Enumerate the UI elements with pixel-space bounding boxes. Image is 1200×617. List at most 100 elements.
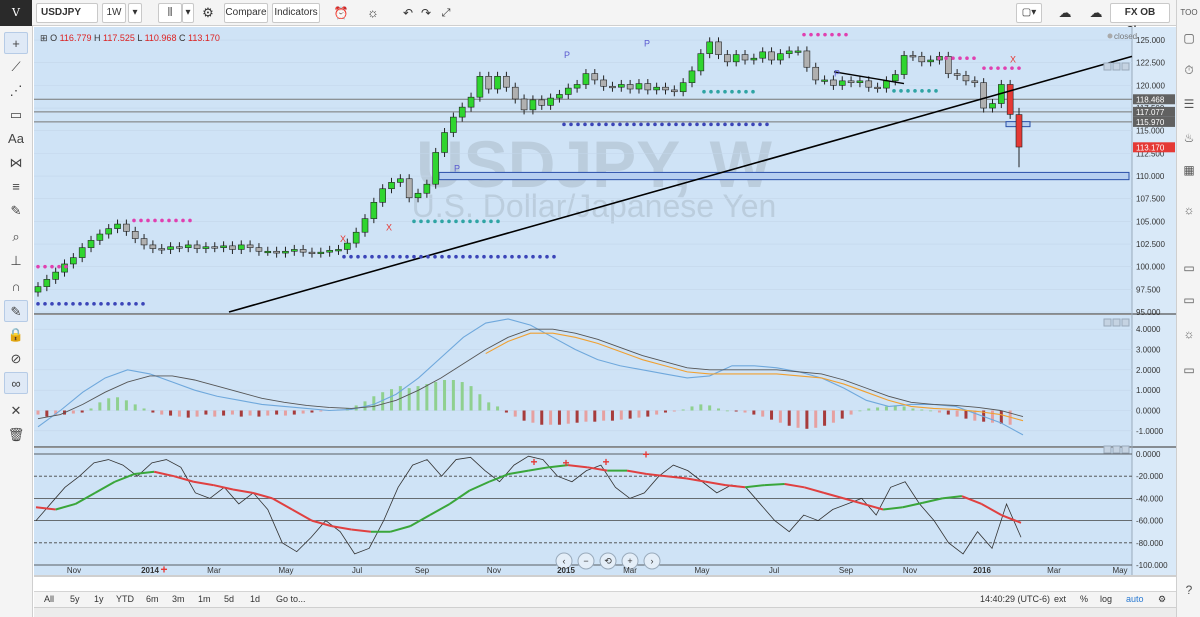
candle-body[interactable] (149, 244, 157, 249)
cloud-save-icon[interactable]: ☁ (1084, 3, 1108, 23)
candle-body[interactable] (803, 50, 811, 68)
candle-body[interactable] (405, 178, 413, 199)
candle-body[interactable] (927, 59, 934, 63)
candle-body[interactable] (476, 76, 484, 98)
compare-button[interactable]: Compare (224, 3, 268, 23)
candle-body[interactable] (176, 246, 183, 249)
candle-body[interactable] (838, 80, 846, 86)
candle-body[interactable] (158, 248, 166, 251)
candle-body[interactable] (768, 51, 775, 61)
pane-control-icon[interactable] (1112, 318, 1121, 327)
candle-body[interactable] (229, 245, 236, 250)
candle-body[interactable] (706, 41, 713, 54)
range-all-button[interactable]: All (44, 594, 54, 604)
candle-body[interactable] (264, 250, 272, 254)
range-3m-button[interactable]: 3m (172, 594, 185, 604)
clock-icon[interactable]: ⏱ (1179, 60, 1199, 80)
magnet-icon[interactable]: ∩ (4, 276, 28, 298)
range-1y-button[interactable]: 1y (94, 594, 104, 604)
fullscreen-icon[interactable]: ⤢ (438, 3, 454, 23)
interval-dropdown-icon[interactable]: ▾ (128, 3, 142, 23)
candle-body[interactable] (821, 79, 828, 82)
candle-body[interactable] (547, 97, 554, 106)
hide-drawings-icon[interactable]: ⊘ (4, 348, 28, 370)
chart-area[interactable]: USDJPY, W U.S. Dollar/Japanese Yen 125.000… (34, 27, 1176, 577)
indicators-button[interactable]: Indicators (272, 3, 320, 23)
candle-body[interactable] (255, 247, 263, 252)
candle-body[interactable] (414, 192, 422, 199)
candle-body[interactable] (732, 54, 740, 63)
candle-body[interactable] (679, 82, 687, 93)
lightbulb-icon[interactable]: ☼ (362, 3, 384, 23)
candle-body[interactable] (326, 250, 333, 253)
remove-drawings-icon[interactable]: ✕ (4, 400, 28, 422)
trend-line-icon[interactable]: ⟋ (4, 56, 28, 78)
candle-body[interactable] (697, 53, 705, 72)
measure-icon[interactable]: ⊥ (4, 250, 28, 272)
candle-body[interactable] (184, 244, 192, 248)
candle-body[interactable] (609, 85, 616, 89)
lock-icon[interactable]: 🔒 (4, 324, 28, 346)
legend-toggle-icon[interactable]: ⊞ (40, 33, 48, 43)
candle-body[interactable] (865, 80, 873, 88)
candle-body[interactable] (123, 223, 130, 232)
candle-body[interactable] (458, 106, 466, 118)
candle-body[interactable] (626, 84, 634, 90)
percent-toggle[interactable]: % (1080, 594, 1088, 604)
pane-control-icon[interactable] (1103, 62, 1112, 71)
log-toggle[interactable]: log (1100, 594, 1112, 604)
candle-body[interactable] (812, 66, 820, 81)
candle-body[interactable] (131, 231, 139, 239)
candle-body[interactable] (317, 251, 325, 254)
candle-body[interactable] (971, 80, 979, 83)
candle-body[interactable] (724, 54, 731, 63)
pane-control-icon[interactable] (1121, 318, 1130, 327)
candle-body[interactable] (529, 99, 537, 111)
candle-body[interactable] (282, 250, 289, 254)
candle-body[interactable] (308, 251, 316, 254)
candle-body[interactable] (644, 83, 652, 91)
extended-hours-toggle[interactable]: ext (1054, 594, 1066, 604)
candle-body[interactable] (715, 41, 722, 55)
candle-body[interactable] (653, 86, 660, 91)
candle-body[interactable] (140, 238, 148, 246)
candle-body[interactable] (494, 76, 501, 90)
pane-control-icon[interactable] (1112, 62, 1121, 71)
candle-body[interactable] (582, 73, 590, 85)
candle-body[interactable] (980, 82, 987, 109)
candle-body[interactable] (662, 86, 669, 91)
idea-icon[interactable]: ☼ (1179, 200, 1199, 220)
candle-body[interactable] (220, 245, 227, 248)
candle-body[interactable] (794, 50, 802, 53)
color-scheme-icon[interactable]: ▢▾ (1016, 3, 1042, 23)
pane-control-icon[interactable] (1121, 62, 1130, 71)
stream-icon[interactable]: ▭ (1179, 290, 1199, 310)
range-settings-icon[interactable]: ⚙ (1158, 594, 1166, 605)
candle-body[interactable] (70, 257, 77, 265)
candle-body[interactable] (856, 80, 864, 83)
alert-icon[interactable]: ⏰ (330, 3, 352, 23)
candle-body[interactable] (591, 73, 599, 81)
candle-body[interactable] (246, 244, 254, 248)
pane-control-icon[interactable] (1112, 445, 1121, 454)
symbol-search-input[interactable]: USDJPY (36, 3, 98, 23)
candle-body[interactable] (962, 75, 970, 82)
candle-body[interactable] (202, 246, 210, 249)
candle-body[interactable] (78, 247, 86, 258)
crosshair-icon[interactable]: + (4, 32, 28, 54)
candle-body[interactable] (741, 54, 749, 61)
candle-body[interactable] (273, 250, 280, 254)
help-icon[interactable]: ? (1179, 580, 1199, 600)
candle-body[interactable] (34, 286, 42, 293)
candle-body[interactable] (1006, 84, 1014, 115)
candle-body[interactable] (671, 89, 678, 93)
candle-body[interactable] (953, 73, 961, 76)
candle-body[interactable] (1015, 114, 1023, 148)
candle-body[interactable] (423, 183, 431, 194)
interval-selector[interactable]: 1W (102, 3, 126, 23)
undo-icon[interactable]: ↶ (400, 3, 416, 23)
candle-body[interactable] (511, 86, 519, 100)
news-icon[interactable]: ☰ (1179, 94, 1199, 114)
candle-body[interactable] (467, 96, 475, 108)
candle-body[interactable] (87, 240, 95, 248)
